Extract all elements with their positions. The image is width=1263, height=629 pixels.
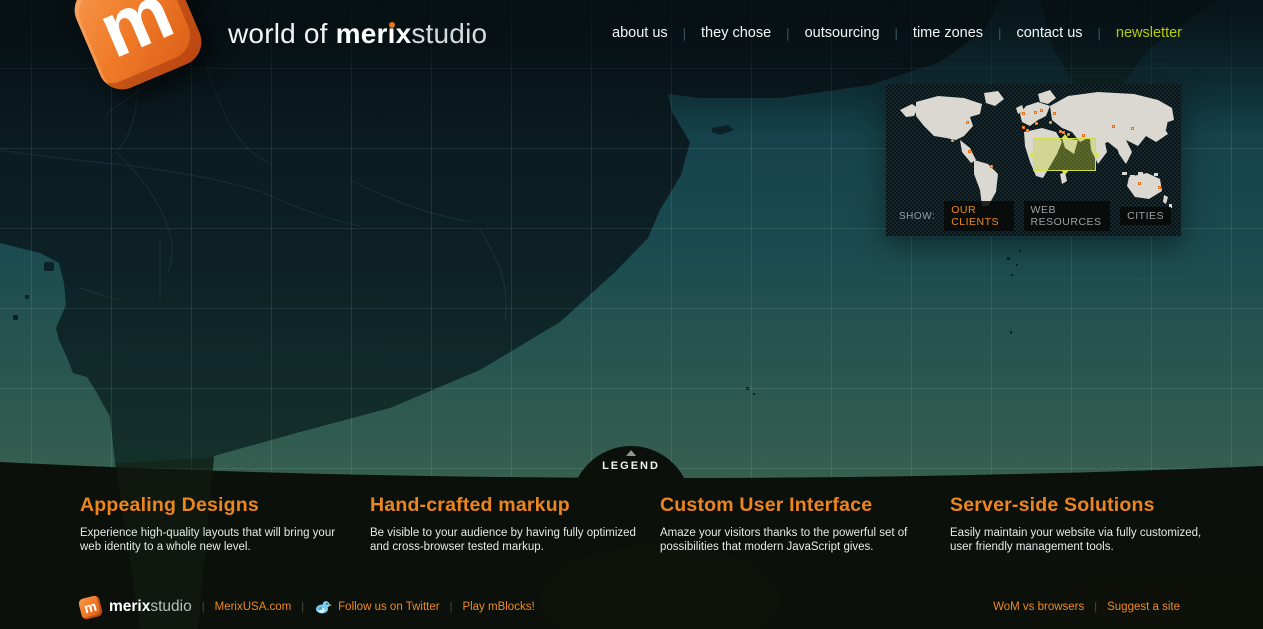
client-marker — [1138, 182, 1141, 185]
client-marker — [1022, 126, 1025, 129]
show-label: SHOW: — [899, 211, 935, 222]
site-title-x: x — [396, 18, 412, 49]
client-marker — [1053, 112, 1056, 115]
site-title: world of merixstudio — [228, 17, 487, 51]
feature-text: Amaze your visitors thanks to the powerf… — [660, 526, 932, 554]
feature-appealing-designs: Appealing Designs Experience high-qualit… — [80, 494, 370, 554]
feature-text: Be visible to your audience by having fu… — [370, 526, 642, 554]
client-marker — [1034, 111, 1037, 114]
client-marker — [1035, 122, 1038, 125]
legend-label: LEGEND — [602, 460, 660, 472]
viewport-handle-left-icon[interactable] — [1029, 151, 1034, 159]
footer: m merixstudio | MerixUSA.com | Follow us… — [80, 592, 1180, 622]
minimap-viewport[interactable] — [1033, 138, 1096, 171]
link-follow-twitter[interactable]: Follow us on Twitter — [338, 601, 439, 613]
footer-logo[interactable]: m — [78, 594, 103, 619]
feature-text: Easily maintain your website via fully c… — [950, 526, 1222, 554]
viewport-handle-right-icon[interactable] — [1095, 151, 1100, 159]
main-nav: about us | they chose | outsourcing | time … — [612, 25, 1182, 41]
nav-separator: | — [1098, 26, 1101, 41]
site-title-i: i — [388, 18, 396, 49]
twitter-bird-icon[interactable] — [314, 600, 332, 614]
client-marker — [1022, 112, 1025, 115]
link-merixusa[interactable]: MerixUSA.com — [215, 601, 292, 613]
client-marker — [968, 150, 971, 153]
nav-separator: | — [998, 26, 1001, 41]
viewport-handle-up-icon[interactable] — [1061, 134, 1069, 139]
minimap-filter-row: SHOW: OUR CLIENTS WEB RESOURCES CITIES — [899, 201, 1181, 231]
site-title-merix: mer — [336, 18, 388, 49]
nav-separator: | — [895, 26, 898, 41]
client-marker — [966, 121, 969, 124]
viewport-handle-down-icon[interactable] — [1061, 170, 1069, 175]
footer-left: m merixstudio | MerixUSA.com | Follow us… — [80, 597, 535, 618]
nav-separator: | — [786, 26, 789, 41]
client-marker — [990, 165, 993, 168]
nav-they-chose[interactable]: they chose — [701, 25, 771, 41]
feature-server-side-solutions: Server-side Solutions Easily maintain yo… — [950, 494, 1240, 554]
site-title-prefix: world of — [228, 18, 336, 49]
nav-time-zones[interactable]: time zones — [913, 25, 983, 41]
nav-about-us[interactable]: about us — [612, 25, 668, 41]
feature-title: Appealing Designs — [80, 494, 370, 517]
feature-text: Experience high-quality layouts that wil… — [80, 526, 352, 554]
client-marker — [1049, 121, 1052, 124]
client-marker — [951, 139, 954, 142]
filter-our-clients[interactable]: OUR CLIENTS — [944, 201, 1013, 231]
client-marker — [1158, 186, 1161, 189]
feature-columns: Appealing Designs Experience high-qualit… — [80, 494, 1240, 554]
nav-contact-us[interactable]: contact us — [1016, 25, 1082, 41]
footer-separator: | — [202, 601, 205, 613]
footer-separator: | — [1094, 601, 1097, 613]
footer-brand-merix: merix — [109, 598, 150, 615]
footer-separator: | — [301, 601, 304, 613]
feature-title: Custom User Interface — [660, 494, 950, 517]
header: m world of merixstudio about us | they ch… — [0, 0, 1263, 110]
footer-brand-studio: studio — [150, 598, 191, 615]
client-marker — [1082, 134, 1085, 137]
client-marker — [1112, 125, 1115, 128]
filter-web-resources[interactable]: WEB RESOURCES — [1024, 201, 1111, 231]
feature-custom-user-interface: Custom User Interface Amaze your visitor… — [660, 494, 950, 554]
link-play-mblocks[interactable]: Play mBlocks! — [462, 601, 534, 613]
feature-title: Server-side Solutions — [950, 494, 1240, 517]
legend-tab[interactable]: LEGEND — [602, 450, 660, 472]
footer-right: WoM vs browsers | Suggest a site — [993, 601, 1180, 613]
world-of-merixstudio-page: m world of merixstudio about us| they ch… — [0, 0, 1263, 629]
footer-separator: | — [450, 601, 453, 613]
logo-m-glyph: m — [88, 0, 182, 70]
client-marker — [1026, 129, 1029, 132]
site-title-studio: studio — [411, 18, 487, 49]
footer-brand: merixstudio — [109, 598, 192, 616]
link-wom-vs-browsers[interactable]: WoM vs browsers — [993, 601, 1084, 613]
feature-title: Hand-crafted markup — [370, 494, 660, 517]
filter-cities[interactable]: CITIES — [1120, 207, 1171, 225]
nav-outsourcing[interactable]: outsourcing — [805, 25, 880, 41]
nav-separator: | — [683, 26, 686, 41]
logo-m-glyph: m — [83, 598, 98, 615]
link-suggest-a-site[interactable]: Suggest a site — [1107, 601, 1180, 613]
merixstudio-logo[interactable]: m — [67, 0, 209, 97]
nav-newsletter[interactable]: newsletter — [1116, 25, 1182, 41]
feature-handcrafted-markup: Hand-crafted markup Be visible to your a… — [370, 494, 660, 554]
chevron-up-icon — [626, 450, 636, 456]
client-marker — [1131, 127, 1134, 130]
